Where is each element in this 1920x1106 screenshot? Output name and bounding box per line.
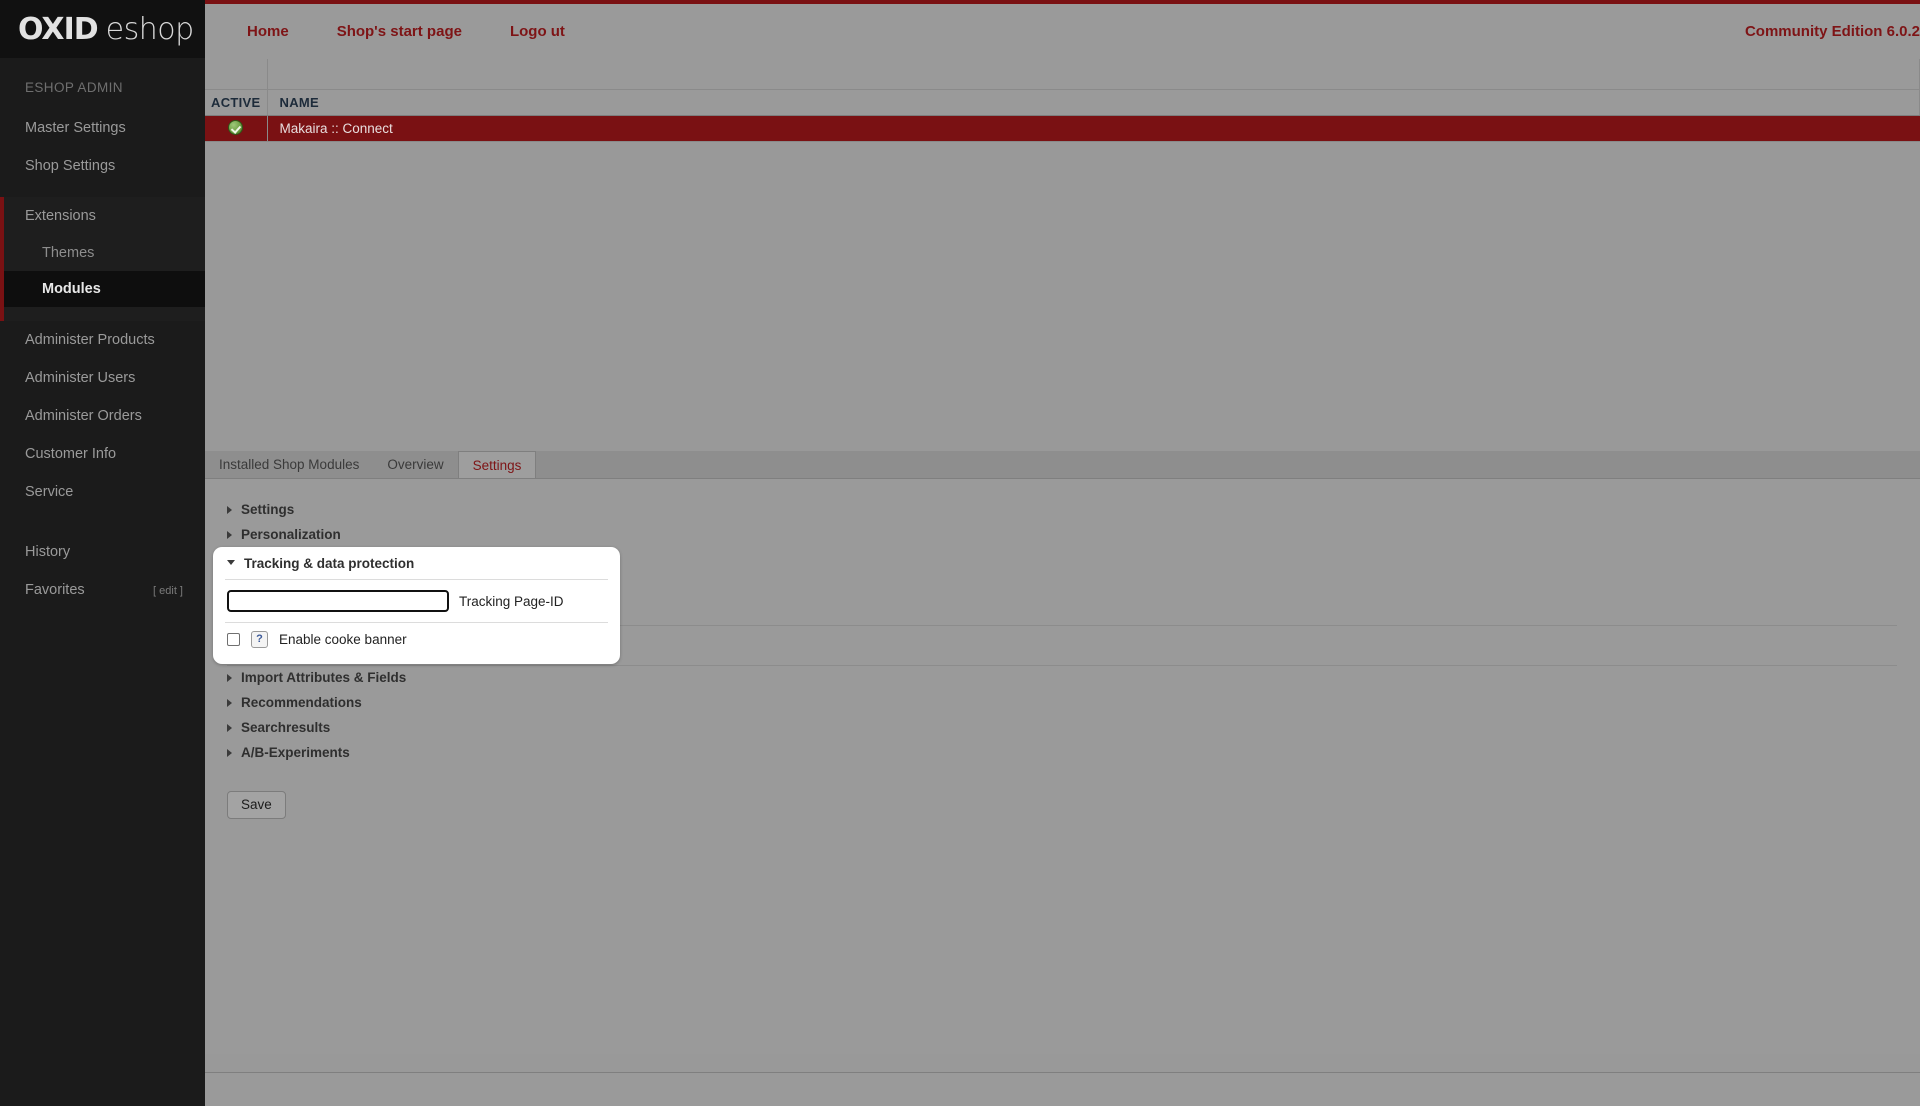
table-row[interactable]: Makaira :: Connect bbox=[205, 115, 1920, 142]
filter-cell-active[interactable] bbox=[205, 59, 268, 90]
column-header-active[interactable]: ACTIVE bbox=[205, 89, 268, 116]
chevron-down-icon bbox=[227, 560, 235, 565]
accordion-section-import-attributes-label: Import Attributes & Fields bbox=[241, 670, 407, 685]
module-list-table: ACTIVE NAME Makaira :: Connect bbox=[205, 59, 1920, 142]
tab-overview[interactable]: Overview bbox=[373, 451, 457, 478]
topnav-link-home[interactable]: Home bbox=[247, 23, 289, 40]
chevron-right-icon bbox=[227, 748, 232, 757]
logo-primary-text: OXID bbox=[18, 11, 99, 47]
accordion-section-searchresults[interactable]: Searchresults bbox=[205, 715, 1920, 740]
chevron-right-icon bbox=[227, 723, 232, 732]
sidebar-item-modules[interactable]: Modules bbox=[4, 271, 205, 307]
sidebar-item-customer-info[interactable]: Customer Info bbox=[0, 435, 205, 473]
table-header-row: ACTIVE NAME bbox=[205, 89, 1920, 116]
sidebar-group-pad bbox=[4, 307, 205, 321]
sidebar-item-extensions[interactable]: Extensions bbox=[4, 197, 205, 235]
tab-installed-shop-modules[interactable]: Installed Shop Modules bbox=[205, 451, 373, 478]
footer-strip bbox=[205, 1073, 1920, 1106]
cookie-banner-row: ? Enable cooke banner bbox=[213, 623, 620, 656]
tracking-settings-card: Tracking & data protection Tracking Page… bbox=[213, 547, 620, 664]
accordion-section-settings[interactable]: Settings bbox=[205, 497, 1920, 522]
sidebar-item-service[interactable]: Service bbox=[0, 473, 205, 511]
save-button[interactable]: Save bbox=[227, 791, 286, 819]
admin-label: ESHOP ADMIN bbox=[25, 80, 123, 95]
admin-page: OXID eshop ESHOP ADMIN Master Settings S… bbox=[0, 0, 1920, 1106]
accordion-section-personalization-label: Personalization bbox=[241, 527, 341, 542]
top-navigation-bar: Home Shop's start page Logo ut Community… bbox=[205, 4, 1920, 59]
accordion-section-ab-experiments-label: A/B-Experiments bbox=[241, 745, 350, 760]
sidebar-item-favorites-label[interactable]: Favorites bbox=[25, 582, 85, 598]
sidebar-group-extensions: Extensions Themes Modules bbox=[0, 197, 205, 321]
accordion-section-recommendations-label: Recommendations bbox=[241, 695, 362, 710]
accordion-section-ab-experiments[interactable]: A/B-Experiments bbox=[205, 740, 1920, 765]
settings-panel: Settings Personalization Tracking & data… bbox=[205, 479, 1920, 1054]
topnav-link-shops-start-page[interactable]: Shop's start page bbox=[337, 23, 462, 40]
green-check-icon[interactable] bbox=[228, 120, 244, 136]
accordion-section-settings-label: Settings bbox=[241, 502, 295, 517]
topnav-link-logout[interactable]: Logo ut bbox=[510, 23, 565, 40]
tracking-page-id-input[interactable] bbox=[227, 590, 449, 612]
accordion-section-tracking[interactable]: Tracking & data protection bbox=[213, 547, 620, 579]
module-list-panel: ACTIVE NAME Makaira :: Connect bbox=[205, 59, 1920, 451]
sidebar-item-shop-settings[interactable]: Shop Settings bbox=[0, 147, 205, 185]
accordion-section-personalization[interactable]: Personalization bbox=[205, 522, 1920, 547]
sidebar-item-master-settings[interactable]: Master Settings bbox=[0, 109, 205, 147]
sidebar-item-administer-orders[interactable]: Administer Orders bbox=[0, 397, 205, 435]
accordion-section-tracking-wrapper: Tracking & data protection Tracking Page… bbox=[205, 547, 1920, 666]
accordion-section-tracking-label: Tracking & data protection bbox=[244, 556, 415, 571]
edition-label: Community Edition 6.0.2 bbox=[1744, 23, 1920, 40]
filter-row bbox=[205, 59, 1920, 90]
enable-cookie-banner-label: Enable cooke banner bbox=[279, 632, 407, 647]
chevron-right-icon bbox=[227, 530, 232, 539]
cell-module-name[interactable]: Makaira :: Connect bbox=[267, 115, 1920, 142]
sidebar-item-administer-users[interactable]: Administer Users bbox=[0, 359, 205, 397]
tab-settings[interactable]: Settings bbox=[457, 451, 537, 478]
column-header-name[interactable]: NAME bbox=[267, 89, 1920, 116]
sidebar: OXID eshop ESHOP ADMIN Master Settings S… bbox=[0, 0, 205, 1106]
chevron-right-icon bbox=[227, 673, 232, 682]
row-divider bbox=[227, 665, 1897, 666]
tracking-page-id-row: Tracking Page-ID bbox=[213, 580, 620, 622]
accordion-section-recommendations[interactable]: Recommendations bbox=[205, 690, 1920, 715]
sidebar-item-favorites: Favorites [ edit ] bbox=[0, 571, 205, 609]
favorites-edit-link[interactable]: [ edit ] bbox=[153, 585, 183, 597]
sidebar-item-history[interactable]: History bbox=[0, 533, 205, 571]
accordion-section-import-attributes[interactable]: Import Attributes & Fields bbox=[205, 665, 1920, 690]
tracking-page-id-label: Tracking Page-ID bbox=[459, 593, 564, 609]
enable-cookie-banner-checkbox[interactable] bbox=[227, 633, 240, 646]
cell-active-state bbox=[205, 115, 268, 142]
logo[interactable]: OXID eshop bbox=[0, 0, 205, 58]
help-icon[interactable]: ? bbox=[251, 631, 268, 648]
settings-accordion: Settings Personalization Tracking & data… bbox=[205, 479, 1920, 819]
filter-cell-name[interactable] bbox=[267, 59, 1920, 90]
sidebar-nav: Master Settings Shop Settings Extensions… bbox=[0, 109, 205, 609]
sidebar-item-administer-products[interactable]: Administer Products bbox=[0, 321, 205, 359]
chevron-right-icon bbox=[227, 505, 232, 514]
logo-secondary-text: eshop bbox=[105, 11, 195, 47]
sidebar-item-themes[interactable]: Themes bbox=[4, 235, 205, 271]
chevron-right-icon bbox=[227, 698, 232, 707]
accordion-section-searchresults-label: Searchresults bbox=[241, 720, 331, 735]
tab-bar: Installed Shop Modules Overview Settings bbox=[205, 451, 1920, 479]
